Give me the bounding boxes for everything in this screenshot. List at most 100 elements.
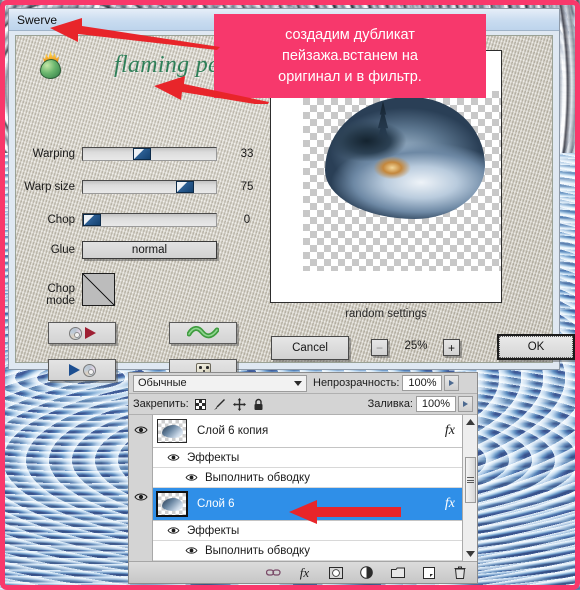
slider-warp-size-thumb[interactable] [176,180,194,193]
eye-visibility-icon[interactable] [134,492,148,502]
adjustment-layer-icon[interactable] [359,565,374,580]
flaming-pear-icon [38,50,64,80]
eye-visibility-icon[interactable] [167,453,180,462]
play-right-blue-icon [68,364,80,376]
lock-fill-row: Закрепить: Заливка: 100% [129,394,477,415]
fill-input[interactable]: 100% [416,396,456,412]
layer-effects-badge[interactable]: fx [445,496,455,512]
warped-landscape-image [325,97,485,219]
ok-button[interactable]: OK [497,334,575,360]
eye-visibility-icon[interactable] [185,473,198,482]
blend-mode-value: Обычные [138,377,187,389]
blend-mode-select[interactable]: Обычные [133,374,307,392]
list-item[interactable]: Эффекты [153,448,477,468]
effects-group-label: Эффекты [187,451,240,464]
opacity-label: Непрозрачность: [313,377,400,389]
layer-name: Слой 6 [197,498,235,510]
add-style-icon[interactable]: fx [297,565,312,580]
zoom-in-button[interactable]: + [443,339,460,356]
glue-control[interactable]: Glue normal [16,241,217,259]
opacity-input[interactable]: 100% [402,375,443,391]
effects-group-label: Эффекты [187,524,240,537]
slider-warping-label: Warping [32,147,75,160]
chop-mode-diagonal-icon[interactable] [82,273,115,306]
list-item[interactable]: Эффекты [153,521,477,541]
slider-warp-size-label: Warp size [24,180,75,193]
fill-label: Заливка: [367,398,413,410]
chop-mode-control[interactable]: Chop mode [16,273,115,307]
callout-line-1: создадим дубликат [285,26,415,43]
table-row[interactable]: Слой 6 копия fx [153,415,477,448]
fill-stepper[interactable] [458,396,473,412]
slider-warping-thumb[interactable] [133,147,151,160]
layer-name: Слой 6 копия [197,425,269,437]
layers-panel: Обычные Непрозрачность: 100% Закрепить: [128,372,478,584]
glue-dropdown[interactable]: normal [82,241,217,259]
slider-warping-value: 33 [240,147,254,160]
lock-icon-group [194,397,264,411]
zoom-level-label: 25% [404,340,428,352]
new-layer-icon[interactable] [421,565,436,580]
disc-icon [82,363,96,377]
slider-chop-track[interactable] [82,212,217,227]
callout-line-2: пейзажа.встанем на [282,47,418,64]
paint-lock-icon[interactable] [213,398,226,411]
slider-chop[interactable]: Chop 0 [16,212,267,227]
ok-button-label: OK [499,336,573,358]
link-layers-icon[interactable] [266,565,281,580]
slider-chop-value: 0 [243,213,251,226]
layer-thumbnail[interactable] [157,419,187,443]
layer-rows: Слой 6 копия fx Эффекты Выполнить обводк… [153,415,477,561]
zoom-out-button[interactable]: − [371,339,388,356]
dialog-title: Swerve [17,12,58,27]
load-settings-button[interactable] [48,322,116,344]
visibility-column [129,415,153,561]
glue-label: Glue [50,244,75,256]
cancel-button[interactable]: Cancel [271,336,349,360]
layer-effects-badge[interactable]: fx [445,423,455,439]
effect-name: Выполнить обводку [205,471,310,484]
effect-name: Выполнить обводку [205,544,310,557]
eye-visibility-icon[interactable] [167,526,180,535]
chevron-right-icon [449,380,455,386]
move-lock-icon[interactable] [232,397,246,411]
callout-line-3: оригинал и в фильтр. [278,68,422,85]
add-mask-icon[interactable] [328,565,343,580]
all-lock-icon[interactable] [253,398,264,411]
screenshot-root: Swerve flaming pear Warping 33 Warp size… [0,0,580,590]
slider-chop-label: Chop [47,213,76,226]
layers-scrollbar[interactable] [462,415,477,561]
slider-warp-size-track[interactable] [82,179,217,194]
layers-list-area: Слой 6 копия fx Эффекты Выполнить обводк… [129,415,477,561]
save-settings-button[interactable] [48,359,116,381]
instruction-callout: создадим дубликат пейзажа.встанем на ори… [214,14,486,98]
eye-visibility-icon[interactable] [134,425,148,435]
delete-layer-icon[interactable] [452,565,467,580]
slider-chop-thumb[interactable] [83,213,101,226]
disc-icon [68,326,82,340]
slider-warping[interactable]: Warping 33 [16,146,267,161]
chevron-right-icon [463,401,468,407]
random-settings-label: random settings [345,308,427,320]
new-group-icon[interactable] [390,565,405,580]
brand-logo: flaming pear [38,50,241,80]
slider-warping-track[interactable] [82,146,217,161]
slider-warp-size[interactable]: Warp size 75 [16,179,267,194]
chop-mode-label: Chop mode [46,283,75,307]
preset-squiggle-button[interactable] [169,322,237,344]
opacity-stepper[interactable] [444,375,460,391]
green-squiggle-icon [187,326,219,339]
scroll-down-icon[interactable] [463,547,477,561]
list-item[interactable]: Выполнить обводку [153,468,477,488]
preview-canvas[interactable] [303,91,501,271]
scrollbar-thumb[interactable] [465,457,476,503]
chevron-down-icon [294,380,302,386]
layer-thumbnail[interactable] [156,491,188,517]
layers-footer-toolbar: fx [129,561,477,583]
table-row[interactable]: Слой 6 fx [153,488,477,521]
transparency-lock-icon[interactable] [194,398,206,410]
eye-visibility-icon[interactable] [185,546,198,555]
list-item[interactable]: Выполнить обводку [153,541,477,561]
scroll-up-icon[interactable] [463,415,477,429]
blend-opacity-row: Обычные Непрозрачность: 100% [129,373,477,394]
